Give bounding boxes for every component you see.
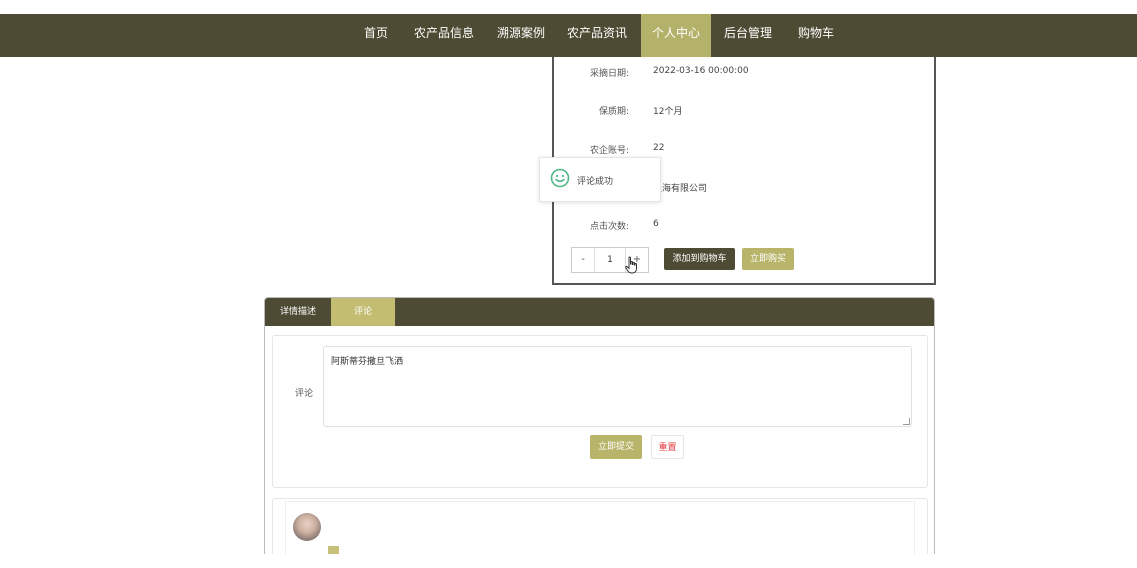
enterprise-account-label: 农企账号: [589, 146, 629, 156]
reset-button[interactable]: 重置 [651, 435, 684, 459]
comment-success-toast: 评论成功 [539, 157, 661, 202]
nav-trace-cases[interactable]: 溯源案例 [492, 14, 550, 57]
click-count-label: 点击次数: [589, 222, 629, 232]
submit-button[interactable]: 立即提交 [590, 435, 642, 459]
tab-comments[interactable]: 评论 [331, 298, 395, 326]
tab-description[interactable]: 详情描述 [265, 298, 331, 326]
resize-handle-icon[interactable] [903, 418, 910, 425]
quantity-input[interactable]: 1 [595, 248, 625, 272]
enterprise-account-value: 22 [653, 143, 665, 153]
comment-text: 阿斯蒂芬撒旦飞洒 [331, 357, 404, 367]
nav-admin[interactable]: 后台管理 [718, 14, 778, 57]
detail-comment-panel: 详情描述 评论 评论 阿斯蒂芬撒旦飞洒 立即提交 重置 [264, 297, 935, 559]
enterprise-name-value: 上海有限公司 [653, 184, 708, 194]
hand-cursor-icon [625, 256, 637, 274]
smiley-icon [550, 168, 570, 188]
pick-date-value: 2022-03-16 00:00:00 [653, 66, 749, 76]
comment-item [285, 501, 915, 558]
nav-product-news[interactable]: 农产品资讯 [563, 14, 631, 57]
avatar [293, 513, 321, 541]
nav-cart[interactable]: 购物车 [790, 14, 842, 57]
buy-now-button[interactable]: 立即购买 [742, 248, 794, 270]
nav-product-info[interactable]: 农产品信息 [410, 14, 478, 57]
quantity-decrease-button[interactable]: - [572, 248, 595, 272]
click-count-value: 6 [653, 219, 659, 229]
comment-textarea[interactable]: 阿斯蒂芬撒旦飞洒 [323, 346, 912, 427]
comment-form: 评论 阿斯蒂芬撒旦飞洒 立即提交 重置 [272, 335, 928, 488]
top-navbar: 首页 农产品信息 溯源案例 农产品资讯 个人中心 后台管理 购物车 [0, 14, 1137, 57]
shelf-life-value: 12个月 [653, 107, 683, 117]
toast-message: 评论成功 [577, 177, 614, 187]
shelf-life-label: 保质期: [598, 107, 629, 117]
pick-date-label: 采摘日期: [589, 69, 629, 79]
comment-list [272, 498, 928, 558]
add-to-cart-button[interactable]: 添加到购物车 [664, 248, 735, 270]
top-strip [0, 0, 1137, 14]
panel-tabbar: 详情描述 评论 [265, 298, 934, 326]
nav-home[interactable]: 首页 [356, 14, 396, 57]
nav-personal-center[interactable]: 个人中心 [641, 14, 711, 57]
comment-label: 评论 [295, 389, 314, 399]
bottom-strip [0, 554, 1137, 568]
